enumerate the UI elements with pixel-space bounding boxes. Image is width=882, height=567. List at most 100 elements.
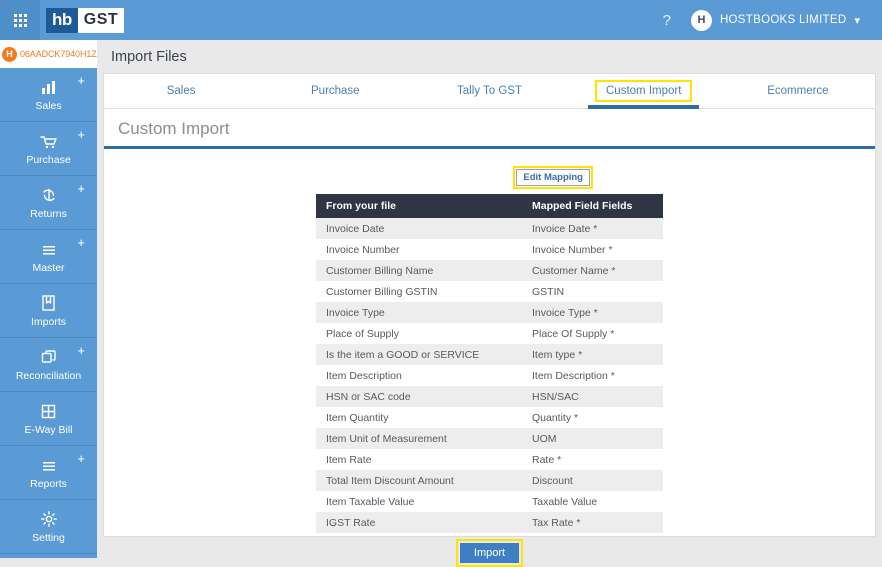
tab-label: Purchase bbox=[311, 85, 360, 97]
page-title: Import Files bbox=[111, 49, 187, 65]
apps-grid-button[interactable] bbox=[0, 0, 40, 40]
sidebar-item-returns[interactable]: + Returns bbox=[0, 176, 97, 230]
table-row: Is the item a GOOD or SERVICE Item type * bbox=[316, 344, 663, 365]
chevron-down-icon[interactable]: ▾ bbox=[854, 14, 860, 27]
sidebar-item-imports[interactable]: Imports bbox=[0, 284, 97, 338]
source-field-cell: Item Quantity bbox=[326, 411, 389, 424]
add-icon[interactable]: + bbox=[77, 128, 85, 141]
tab-label: Sales bbox=[166, 85, 196, 97]
table-row: Invoice Number Invoice Number * bbox=[316, 239, 663, 260]
help-icon[interactable]: ? bbox=[653, 12, 681, 29]
mapped-field-cell: Invoice Number * bbox=[532, 243, 613, 256]
main-content: Import Files Sales Purchase Tally To GST Cu… bbox=[97, 40, 882, 567]
hb-gst-logo[interactable]: hb GST bbox=[46, 7, 125, 33]
section-title: Custom Import bbox=[118, 119, 230, 138]
table-body: Invoice Date Invoice Date * Invoice Number… bbox=[316, 218, 663, 533]
tab-custom-import[interactable]: Custom Import bbox=[567, 74, 721, 109]
mapped-field-cell: UOM bbox=[532, 432, 557, 445]
sidebar-item-sales[interactable]: + Sales bbox=[0, 68, 97, 122]
top-navigation-bar: hb GST ? H HOSTBOOKS LIMITED ▾ bbox=[0, 0, 882, 40]
sidebar-item-purchase[interactable]: + Purchase bbox=[0, 122, 97, 176]
source-field-cell: Invoice Type bbox=[326, 306, 385, 319]
source-field-cell: Place of Supply bbox=[326, 327, 399, 340]
tab-purchase[interactable]: Purchase bbox=[258, 74, 412, 108]
source-field-cell: Invoice Date bbox=[326, 222, 385, 235]
table-row: Customer Billing Name Customer Name * bbox=[316, 260, 663, 281]
add-icon[interactable]: + bbox=[77, 182, 85, 195]
table-row: Item Taxable Value Taxable Value bbox=[316, 491, 663, 512]
gstin-badge[interactable]: H 06AADCK7940H1ZG bbox=[0, 40, 97, 68]
gstin-value: 06AADCK7940H1ZG bbox=[20, 49, 97, 59]
bookmark-save-icon bbox=[40, 294, 57, 313]
bar-chart-icon bbox=[40, 78, 58, 97]
mapped-field-cell: GSTIN bbox=[532, 285, 565, 298]
mapped-field-cell: Quantity * bbox=[532, 411, 579, 424]
table-row: Invoice Type Invoice Type * bbox=[316, 302, 663, 323]
mapped-field-cell: Rate * bbox=[532, 453, 562, 466]
shopping-cart-icon bbox=[39, 132, 58, 151]
import-highlight: Import bbox=[455, 539, 524, 567]
tab-sales[interactable]: Sales bbox=[104, 74, 258, 108]
source-field-cell: Item Rate bbox=[326, 453, 372, 466]
import-row: Import bbox=[104, 539, 875, 567]
sidebar-item-e-way-bill[interactable]: E-Way Bill bbox=[0, 392, 97, 446]
sidebar-item-label: Reports bbox=[30, 477, 67, 490]
user-name-label: HOSTBOOKS LIMITED bbox=[719, 14, 847, 26]
sidebar-item-label: Returns bbox=[30, 207, 67, 220]
sidebar-item-setting[interactable]: Setting bbox=[0, 500, 97, 554]
tab-tally-to-gst[interactable]: Tally To GST bbox=[412, 74, 566, 108]
source-field-cell: Item Unit of Measurement bbox=[326, 432, 447, 445]
mapped-field-cell: Place Of Supply * bbox=[532, 327, 615, 340]
mapped-field-cell: Invoice Date * bbox=[532, 222, 598, 235]
import-button[interactable]: Import bbox=[459, 543, 520, 563]
user-menu[interactable]: H HOSTBOOKS LIMITED ▾ bbox=[690, 9, 860, 31]
source-field-cell: Item Description bbox=[326, 369, 402, 382]
grid-table-icon bbox=[40, 402, 57, 421]
tab-bar: Sales Purchase Tally To GST Custom Import Ec… bbox=[104, 74, 875, 109]
logo-gst-text: GST bbox=[77, 7, 125, 33]
gear-icon bbox=[40, 510, 58, 529]
source-field-cell: Total Item Discount Amount bbox=[326, 474, 454, 487]
section-title-container: Custom Import bbox=[104, 109, 875, 149]
mapped-field-cell: Taxable Value bbox=[532, 495, 598, 508]
table-header-row: From your file Mapped Field Fields bbox=[316, 194, 663, 218]
tab-label: Custom Import bbox=[595, 80, 693, 102]
sidebar-item-label: Purchase bbox=[26, 153, 71, 166]
mapped-field-cell: Customer Name * bbox=[532, 264, 616, 277]
logo-hb-text: hb bbox=[46, 7, 78, 33]
sidebar-item-label: Reconciliation bbox=[15, 369, 82, 382]
refresh-cycle-icon bbox=[40, 186, 58, 205]
add-icon[interactable]: + bbox=[77, 452, 85, 465]
tab-label: Tally To GST bbox=[457, 85, 522, 97]
copy-layers-icon bbox=[40, 348, 58, 367]
hamburger-list-icon bbox=[40, 456, 58, 475]
column-header-mapped-field-fields: Mapped Field Fields bbox=[522, 194, 663, 218]
sidebar-item-label: E-Way Bill bbox=[24, 423, 73, 436]
edit-mapping-button[interactable]: Edit Mapping bbox=[516, 169, 590, 186]
sidebar-item-master[interactable]: + Master bbox=[0, 230, 97, 284]
mapped-field-cell: Item type * bbox=[532, 348, 583, 361]
avatar: H bbox=[690, 9, 712, 31]
sidebar-nav-list: + Sales + Purchase + Returns + Master Imports + Re… bbox=[0, 68, 97, 554]
source-field-cell: Invoice Number bbox=[326, 243, 400, 256]
sidebar: H 06AADCK7940H1ZG + Sales + Purchase + Return… bbox=[0, 40, 97, 558]
add-icon[interactable]: + bbox=[77, 344, 85, 357]
table-row: Item Description Item Description * bbox=[316, 365, 663, 386]
apps-grid-icon bbox=[13, 13, 27, 27]
add-icon[interactable]: + bbox=[77, 236, 85, 249]
mapping-table: From your file Mapped Field Fields Invoi… bbox=[316, 194, 663, 533]
sidebar-item-reconciliation[interactable]: + Reconciliation bbox=[0, 338, 97, 392]
mapping-table-container: From your file Mapped Field Fields Invoi… bbox=[316, 194, 663, 533]
source-field-cell: Customer Billing Name bbox=[326, 264, 434, 277]
tab-ecommerce[interactable]: Ecommerce bbox=[721, 74, 875, 108]
edit-mapping-row: Edit Mapping bbox=[104, 149, 875, 189]
sidebar-item-label: Master bbox=[32, 261, 65, 274]
edit-mapping-highlight: Edit Mapping bbox=[513, 166, 593, 189]
mapped-field-cell: Discount bbox=[532, 474, 573, 487]
sidebar-item-reports[interactable]: + Reports bbox=[0, 446, 97, 500]
mapped-field-cell: Invoice Type * bbox=[532, 306, 598, 319]
add-icon[interactable]: + bbox=[77, 74, 85, 87]
tab-label: Ecommerce bbox=[767, 85, 829, 97]
source-field-cell: Customer Billing GSTIN bbox=[326, 285, 438, 298]
column-header-from-your-file: From your file bbox=[316, 194, 522, 218]
